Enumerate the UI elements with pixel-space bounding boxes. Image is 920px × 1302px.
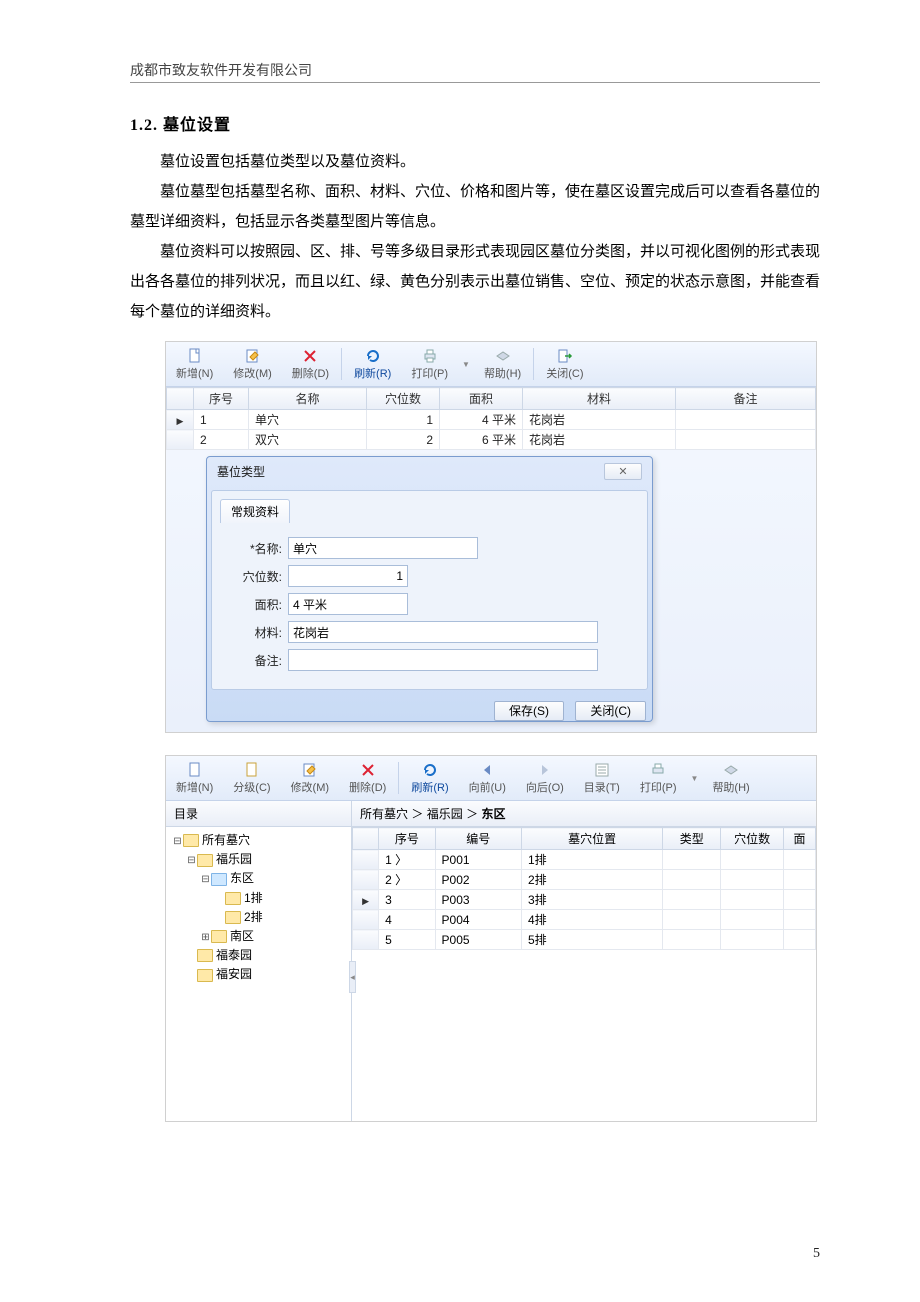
refresh-icon	[365, 348, 381, 364]
tree-leaf[interactable]: 1排	[214, 889, 347, 908]
edit-icon	[302, 762, 318, 778]
level-button[interactable]: 分级(C)	[223, 756, 280, 800]
new-button[interactable]: 新增(N)	[166, 756, 223, 800]
help-button[interactable]: 帮助(H)	[474, 342, 531, 386]
type-grid[interactable]: 序号 名称 穴位数 面积 材料 备注 ▶ 1单穴 1 4 平米 花岗岩 2双穴 …	[166, 387, 816, 450]
tree-node[interactable]: 福安园	[186, 965, 347, 984]
section-heading: 1.2. 墓位设置	[130, 111, 820, 135]
table-row[interactable]: 1 〉P0011排	[353, 850, 816, 870]
row-current-icon: ▶	[362, 896, 369, 906]
col-remark[interactable]: 备注	[676, 388, 816, 410]
delete-icon	[302, 348, 318, 364]
field-material: 材料:	[220, 621, 639, 643]
print-icon	[422, 348, 438, 364]
delete-button[interactable]: 删除(D)	[282, 342, 339, 386]
remark-input[interactable]	[288, 649, 598, 671]
edit-button[interactable]: 修改(M)	[281, 756, 340, 800]
table-row[interactable]: 2双穴 2 6 平米 花岗岩	[167, 430, 816, 450]
tab-general[interactable]: 常规资料	[220, 499, 290, 523]
prev-button[interactable]: 向前(U)	[459, 756, 516, 800]
edit-button[interactable]: 修改(M)	[223, 342, 282, 386]
holes-input[interactable]	[288, 565, 408, 587]
list-icon	[594, 762, 610, 778]
help-icon	[495, 348, 511, 364]
splitter-handle[interactable]: ◂	[349, 961, 356, 993]
name-input[interactable]	[288, 537, 478, 559]
field-area: 面积:	[220, 593, 639, 615]
next-button[interactable]: 向后(O)	[516, 756, 574, 800]
field-name: *名称:	[220, 537, 639, 559]
print-button[interactable]: 打印(P)	[630, 756, 687, 800]
col-seq[interactable]: 序号	[194, 388, 249, 410]
refresh-button[interactable]: 刷新(R)	[401, 756, 458, 800]
paragraph: 墓位资料可以按照园、区、排、号等多级目录形式表现园区墓位分类图，并以可视化图例的…	[130, 237, 820, 327]
paragraph: 墓位墓型包括墓型名称、面积、材料、穴位、价格和图片等，使在墓区设置完成后可以查看…	[130, 177, 820, 237]
dropdown-icon[interactable]: ▼	[687, 774, 703, 783]
col-area[interactable]: 面积	[440, 388, 523, 410]
delete-button[interactable]: 删除(D)	[339, 756, 396, 800]
print-icon	[650, 762, 666, 778]
refresh-button[interactable]: 刷新(R)	[344, 342, 401, 386]
directory-tree[interactable]: ⊟所有墓穴 ⊟福乐园 ⊟东区 1排 2排	[166, 827, 351, 989]
table-row[interactable]: 4P0044排	[353, 910, 816, 930]
print-button[interactable]: 打印(P)	[401, 342, 458, 386]
save-button[interactable]: 保存(S)	[494, 701, 564, 721]
dropdown-icon[interactable]: ▼	[458, 360, 474, 369]
field-remark: 备注:	[220, 649, 639, 671]
field-holes: 穴位数:	[220, 565, 639, 587]
col-name[interactable]: 名称	[249, 388, 367, 410]
dialog-title: 墓位类型	[217, 463, 265, 480]
tree-leaf[interactable]: 2排	[214, 908, 347, 927]
arrow-left-icon	[479, 762, 495, 778]
arrow-right-icon	[537, 762, 553, 778]
dialog-close-button2[interactable]: 关闭(C)	[575, 701, 646, 721]
header-rule	[130, 82, 820, 83]
help-button[interactable]: 帮助(H)	[702, 756, 759, 800]
table-row[interactable]: ▶3P0033排	[353, 890, 816, 910]
screenshot-data-manager: 新增(N) 分级(C) 修改(M) 删除(D) 刷新(R) 向前(U) 向后(O…	[165, 755, 817, 1122]
tree-node[interactable]: 福泰园	[186, 946, 347, 965]
exit-icon	[557, 348, 573, 364]
table-row[interactable]: 2 〉P0022排	[353, 870, 816, 890]
help-icon	[723, 762, 739, 778]
toc-button[interactable]: 目录(T)	[574, 756, 630, 800]
screenshot-type-manager: 新增(N) 修改(M) 删除(D) 刷新(R) 打印(P) ▼	[165, 341, 817, 733]
level-icon	[244, 762, 260, 778]
toolbar: 新增(N) 修改(M) 删除(D) 刷新(R) 打印(P) ▼	[166, 342, 816, 387]
dialog-close-button[interactable]: ✕	[604, 463, 642, 480]
data-grid[interactable]: 序号 编号 墓穴位置 类型 穴位数 面 1 〉P0011排 2 〉P0022排 …	[352, 827, 816, 950]
breadcrumb: 所有墓穴 ＞ 福乐园 ＞ 东区	[352, 801, 816, 827]
close-button[interactable]: 关闭(C)	[536, 342, 593, 386]
tree-title: 目录	[166, 801, 351, 827]
table-row[interactable]: ▶ 1单穴 1 4 平米 花岗岩	[167, 410, 816, 430]
tree-pane: 目录 ⊟所有墓穴 ⊟福乐园 ⊟东区 1排 2排	[166, 801, 352, 1121]
edit-icon	[245, 348, 261, 364]
refresh-icon	[422, 762, 438, 778]
material-input[interactable]	[288, 621, 598, 643]
file-new-icon	[187, 348, 203, 364]
type-dialog: 墓位类型 ✕ 常规资料 *名称: 穴位数: 面积: 材料:	[206, 456, 653, 722]
table-row[interactable]: 5P0055排	[353, 930, 816, 950]
row-current-icon: ▶	[177, 416, 184, 426]
page-number: 5	[813, 1246, 820, 1262]
col-holes[interactable]: 穴位数	[367, 388, 440, 410]
company-header: 成都市致友软件开发有限公司	[130, 60, 820, 80]
file-new-icon	[187, 762, 203, 778]
tree-node[interactable]: ⊞南区	[200, 927, 347, 946]
col-material[interactable]: 材料	[523, 388, 676, 410]
toolbar: 新增(N) 分级(C) 修改(M) 删除(D) 刷新(R) 向前(U) 向后(O…	[166, 756, 816, 801]
area-input[interactable]	[288, 593, 408, 615]
paragraph: 墓位设置包括墓位类型以及墓位资料。	[130, 147, 820, 177]
delete-icon	[360, 762, 376, 778]
new-button[interactable]: 新增(N)	[166, 342, 223, 386]
